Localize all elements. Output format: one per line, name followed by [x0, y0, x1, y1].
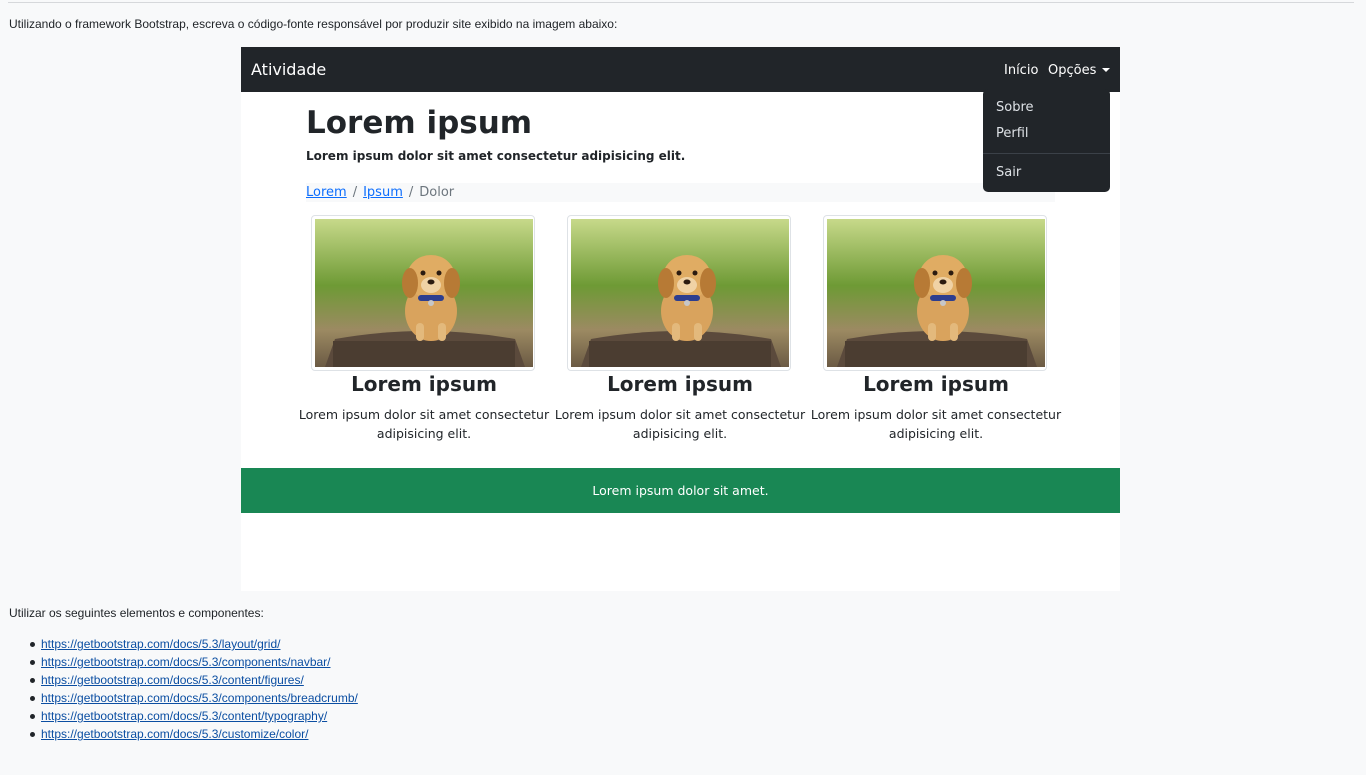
page-title: Lorem ipsum: [306, 105, 533, 141]
list-item: https://getbootstrap.com/docs/5.3/conten…: [28, 673, 358, 691]
reference-links: https://getbootstrap.com/docs/5.3/layout…: [28, 637, 358, 745]
card-title: Lorem ipsum: [351, 372, 497, 396]
breadcrumb-separator: /: [352, 185, 358, 200]
lead-text: Lorem ipsum dolor sit amet consectetur a…: [306, 149, 686, 163]
puppy-image: [823, 215, 1047, 371]
instructions-intro: Utilizando o framework Bootstrap, escrev…: [9, 17, 618, 31]
link-navbar[interactable]: https://getbootstrap.com/docs/5.3/compon…: [41, 655, 331, 669]
top-divider: [8, 2, 1354, 3]
link-grid[interactable]: https://getbootstrap.com/docs/5.3/layout…: [41, 637, 280, 651]
nav-link-inicio[interactable]: Início: [1004, 63, 1038, 78]
list-item: https://getbootstrap.com/docs/5.3/compon…: [28, 655, 358, 673]
puppy-image: [567, 215, 791, 371]
card-title: Lorem ipsum: [863, 372, 1009, 396]
caret-down-icon: [1102, 68, 1111, 72]
navbar: Atividade Início Opções: [241, 47, 1120, 92]
breadcrumb-item-ipsum[interactable]: Ipsum: [363, 185, 403, 200]
dropdown-divider: [983, 153, 1110, 154]
nav-opcoes-label: Opções: [1048, 63, 1097, 78]
card-text: Lorem ipsum dolor sit amet consectetur a…: [298, 407, 550, 441]
link-typography[interactable]: https://getbootstrap.com/docs/5.3/conten…: [41, 709, 327, 723]
nav-dropdown-opcoes[interactable]: Opções: [1048, 63, 1111, 78]
list-item: https://getbootstrap.com/docs/5.3/conten…: [28, 709, 358, 727]
breadcrumb-item-lorem[interactable]: Lorem: [306, 185, 347, 200]
card-title: Lorem ipsum: [607, 372, 753, 396]
puppy-image: [311, 215, 535, 371]
dropdown-item-sair[interactable]: Sair: [996, 165, 1021, 180]
navbar-brand[interactable]: Atividade: [251, 60, 326, 79]
link-figures[interactable]: https://getbootstrap.com/docs/5.3/conten…: [41, 673, 304, 687]
card-text: Lorem ipsum dolor sit amet consectetur a…: [554, 407, 806, 441]
elements-title: Utilizar os seguintes elementos e compon…: [9, 606, 264, 620]
list-item: https://getbootstrap.com/docs/5.3/layout…: [28, 637, 358, 655]
breadcrumb-item-dolor: Dolor: [419, 185, 455, 200]
link-breadcrumb[interactable]: https://getbootstrap.com/docs/5.3/compon…: [41, 691, 358, 705]
puppy-photo-icon: [571, 219, 789, 367]
dropdown-item-perfil[interactable]: Perfil: [996, 126, 1029, 141]
breadcrumb: Lorem / Ipsum / Dolor: [306, 183, 1055, 202]
link-color[interactable]: https://getbootstrap.com/docs/5.3/custom…: [41, 727, 308, 741]
list-item: https://getbootstrap.com/docs/5.3/custom…: [28, 727, 358, 745]
puppy-photo-icon: [315, 219, 533, 367]
dropdown-item-sobre[interactable]: Sobre: [996, 100, 1034, 115]
breadcrumb-separator: /: [408, 185, 414, 200]
opcoes-dropdown-menu: Sobre Perfil Sair: [983, 89, 1110, 192]
footer-banner: Lorem ipsum dolor sit amet.: [241, 468, 1120, 513]
puppy-photo-icon: [827, 219, 1045, 367]
list-item: https://getbootstrap.com/docs/5.3/compon…: [28, 691, 358, 709]
card-text: Lorem ipsum dolor sit amet consectetur a…: [810, 407, 1062, 441]
